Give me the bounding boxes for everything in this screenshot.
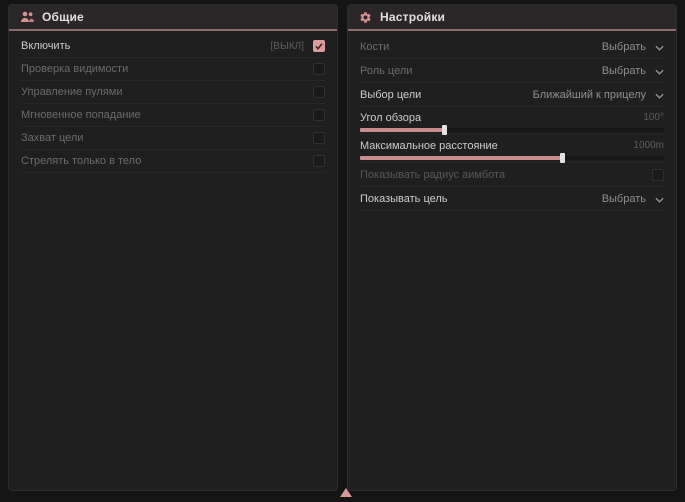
gear-icon <box>359 11 372 24</box>
slider-value: 1000m <box>633 140 664 151</box>
checkbox-group <box>652 169 664 181</box>
people-icon <box>20 11 34 23</box>
dropdown-value: Выбрать <box>602 41 646 53</box>
checkbox-group: [ВЫКЛ] <box>271 40 325 52</box>
select-row: Показывать цель Выбрать <box>360 187 664 211</box>
slider-row: Максимальное расстояние 1000m <box>360 135 664 163</box>
slider-label: Угол обзора <box>360 112 421 124</box>
panel-settings-rows: Кости Выбрать Роль цели Выбрать Выбор цели Бл… <box>348 31 676 211</box>
chevron-down-icon <box>655 62 664 80</box>
panel-title: Настройки <box>380 10 445 24</box>
checkbox-group <box>313 109 325 121</box>
panel-general: Общие Включить [ВЫКЛ] Проверка видимости Уп… <box>8 4 338 491</box>
select-row: Выбор цели Ближайший к прицелу <box>360 83 664 107</box>
slider-track[interactable] <box>360 128 664 132</box>
panel-general-rows: Включить [ВЫКЛ] Проверка видимости Управлен… <box>9 31 337 173</box>
checkbox-row: Управление пулями <box>21 81 325 104</box>
panel-title: Общие <box>42 10 84 24</box>
row-label: Стрелять только в тело <box>21 155 141 167</box>
checkbox[interactable] <box>313 63 325 75</box>
slider-handle[interactable] <box>442 125 447 135</box>
row-label: Роль цели <box>360 65 412 77</box>
cursor-triangle-icon <box>340 488 352 497</box>
select-row: Роль цели Выбрать <box>360 59 664 83</box>
row-label: Управление пулями <box>21 86 123 98</box>
dropdown[interactable]: Выбрать <box>602 38 664 56</box>
row-label: Захват цели <box>21 132 83 144</box>
row-label: Проверка видимости <box>21 63 128 75</box>
chevron-down-icon <box>655 190 664 208</box>
checkbox[interactable] <box>313 86 325 98</box>
checkbox-row: Захват цели <box>21 127 325 150</box>
panel-settings-header: Настройки <box>348 5 676 31</box>
dropdown[interactable]: Выбрать <box>602 62 664 80</box>
slider-track[interactable] <box>360 156 664 160</box>
checkbox-row: Стрелять только в тело <box>21 150 325 173</box>
checkbox-row: Проверка видимости <box>21 58 325 81</box>
chevron-down-icon <box>655 38 664 56</box>
slider-row-top: Угол обзора 100° <box>360 110 664 125</box>
checkbox-group <box>313 63 325 75</box>
checkbox[interactable] <box>652 169 664 181</box>
dropdown-value: Выбрать <box>602 65 646 77</box>
row-label: Кости <box>360 41 389 53</box>
row-label: Показывать цель <box>360 193 448 205</box>
panel-general-header: Общие <box>9 5 337 31</box>
checkbox-group <box>313 86 325 98</box>
dropdown[interactable]: Ближайший к прицелу <box>533 86 664 104</box>
slider-row: Угол обзора 100° <box>360 107 664 135</box>
chevron-down-icon <box>655 86 664 104</box>
dropdown-value: Выбрать <box>602 193 646 205</box>
select-row: Кости Выбрать <box>360 35 664 59</box>
dropdown-value: Ближайший к прицелу <box>533 89 646 101</box>
checkbox[interactable] <box>313 155 325 167</box>
checkbox[interactable] <box>313 109 325 121</box>
checkbox-group <box>313 132 325 144</box>
checkbox-row: Мгновенное попадание <box>21 104 325 127</box>
row-label: Мгновенное попадание <box>21 109 141 121</box>
row-label: Показывать радиус аимбота <box>360 169 505 181</box>
slider-value: 100° <box>643 112 664 123</box>
checkbox-group <box>313 155 325 167</box>
slider-row-top: Максимальное расстояние 1000m <box>360 138 664 153</box>
dropdown[interactable]: Выбрать <box>602 190 664 208</box>
slider-label: Максимальное расстояние <box>360 140 498 152</box>
checkbox[interactable] <box>313 40 325 52</box>
checkbox-row: Показывать радиус аимбота <box>360 163 664 187</box>
row-label: Включить <box>21 40 70 52</box>
row-label: Выбор цели <box>360 89 421 101</box>
keybind-label: [ВЫКЛ] <box>271 41 304 52</box>
checkbox[interactable] <box>313 132 325 144</box>
panel-settings: Настройки Кости Выбрать Роль цели Выбрать Вы… <box>347 4 677 491</box>
checkbox-row: Включить [ВЫКЛ] <box>21 35 325 58</box>
slider-fill <box>360 156 562 160</box>
slider-handle[interactable] <box>560 153 565 163</box>
slider-fill <box>360 128 444 132</box>
